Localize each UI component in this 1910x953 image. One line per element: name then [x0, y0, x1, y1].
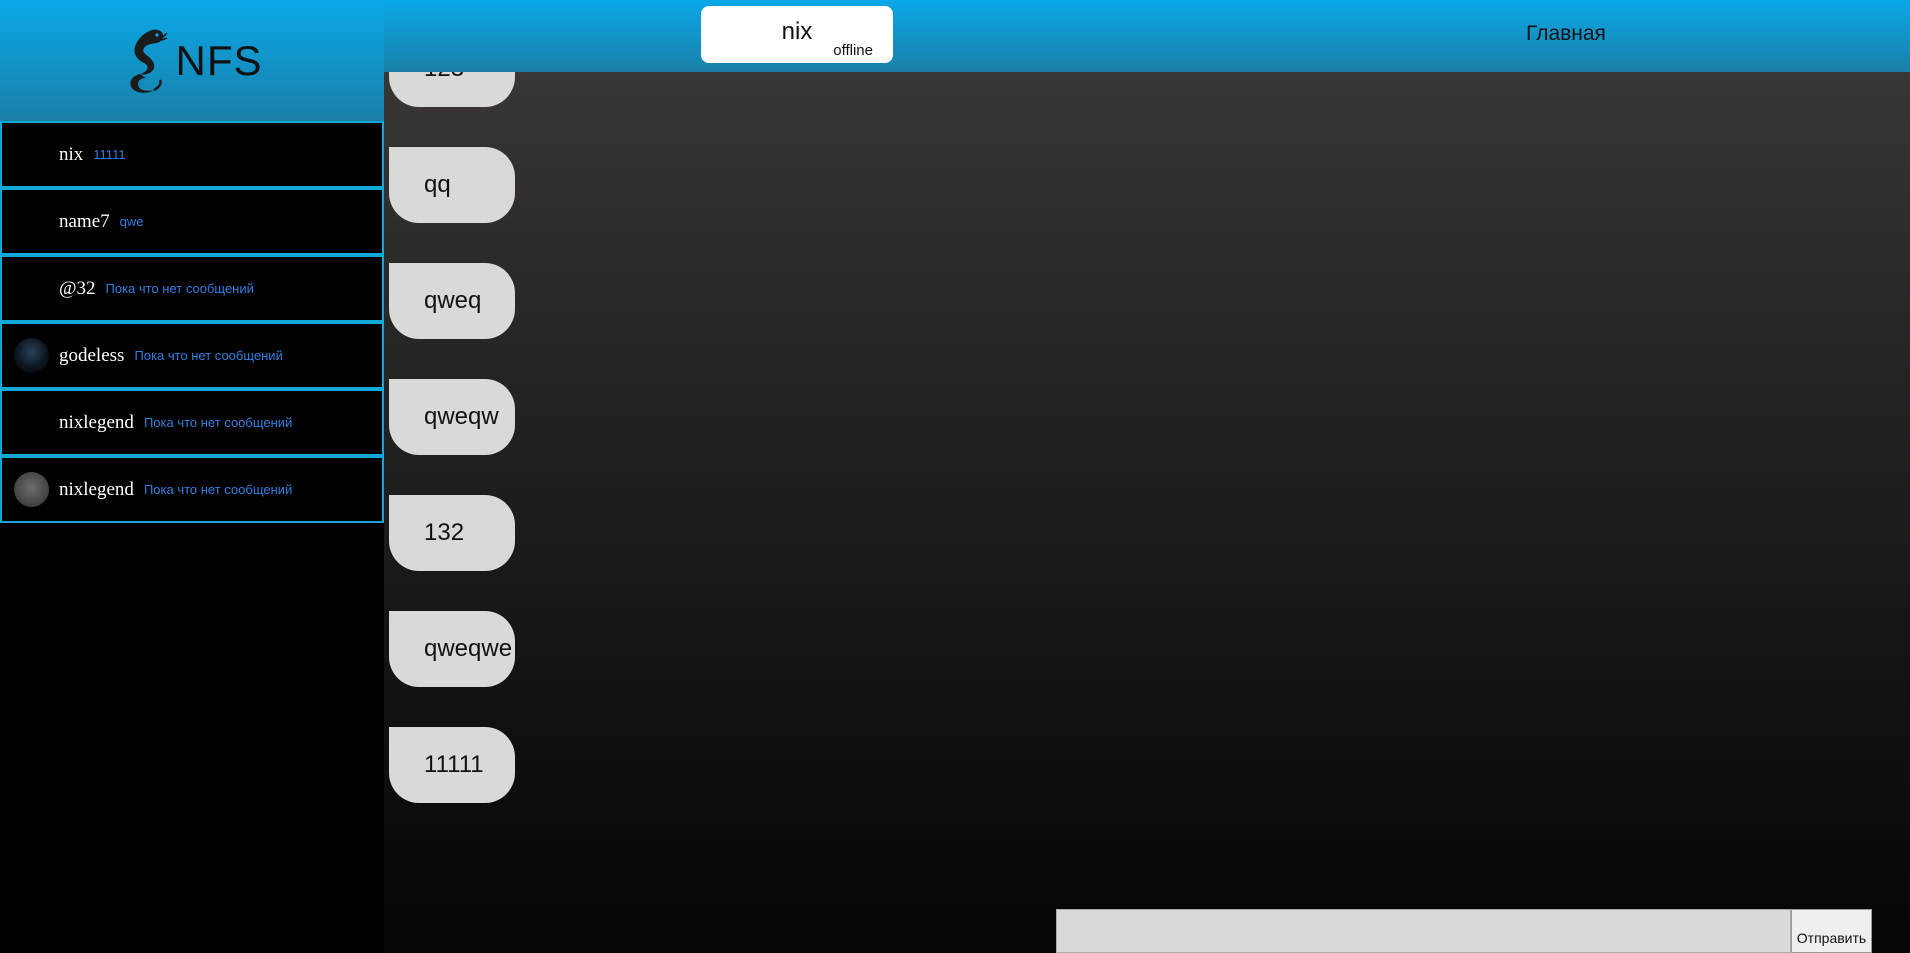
message-bubble: qweq: [389, 263, 515, 339]
contact-last-message: Пока что нет сообщений: [143, 415, 293, 430]
contact-last-message: 11111: [93, 147, 126, 162]
message-bubble: qq: [389, 147, 515, 223]
contact-name: nixlegend: [59, 411, 134, 433]
avatar: [14, 338, 49, 373]
chat-user-status: offline: [833, 42, 873, 59]
contact-item[interactable]: nixlegend Пока что нет сообщений: [0, 389, 384, 456]
send-button[interactable]: Отправить: [1791, 909, 1872, 953]
brand-name: NFS: [175, 36, 263, 84]
contact-name: nix: [59, 143, 84, 165]
contact-list: nix 11111 name7 qwe @32 Пока что нет соо…: [0, 121, 384, 523]
message-bubble: 11111: [389, 727, 515, 803]
avatar: [14, 271, 49, 306]
message-bubble: qweqwe: [389, 611, 515, 687]
sidebar: NFS nix 11111 name7 qwe @32 Пока что нет…: [0, 0, 384, 953]
chat-area: 123 qq qweq qweqw 132 qweqwe 11111 Отпра…: [384, 0, 1910, 953]
contact-name: godeless: [59, 344, 125, 366]
message-bubble: 132: [389, 495, 515, 571]
message-list: 123 qq qweq qweqw 132 qweqwe 11111: [389, 31, 515, 803]
contact-item[interactable]: nix 11111: [0, 121, 384, 188]
avatar: [14, 204, 49, 239]
contact-last-message: Пока что нет сообщений: [105, 281, 254, 296]
contact-name: nixlegend: [59, 478, 134, 500]
contact-item[interactable]: name7 qwe: [0, 188, 384, 255]
contact-last-message: Пока что нет сообщений: [134, 348, 283, 363]
contact-item[interactable]: @32 Пока что нет сообщений: [0, 255, 384, 322]
contact-item[interactable]: nixlegend Пока что нет сообщений: [0, 456, 384, 523]
contact-name: name7: [59, 210, 110, 232]
message-composer: Отправить: [1056, 909, 1872, 953]
chat-user-card: nix offline: [701, 6, 893, 63]
messenger-app: NFS nix 11111 name7 qwe @32 Пока что нет…: [0, 0, 1910, 953]
contact-name: @32: [59, 277, 96, 299]
contact-last-message: qwe: [119, 214, 144, 229]
contact-last-message: Пока что нет сообщений: [143, 482, 293, 497]
brand-header: NFS: [0, 0, 384, 121]
message-input[interactable]: [1056, 909, 1791, 953]
avatar: [14, 472, 49, 507]
home-link[interactable]: Главная: [1526, 22, 1606, 46]
avatar: [14, 405, 49, 440]
dragon-icon: [129, 29, 168, 93]
message-bubble: qweqw: [389, 379, 515, 455]
top-bar: nix offline Главная: [384, 0, 1910, 72]
contact-item[interactable]: godeless Пока что нет сообщений: [0, 322, 384, 389]
avatar: [14, 137, 49, 172]
